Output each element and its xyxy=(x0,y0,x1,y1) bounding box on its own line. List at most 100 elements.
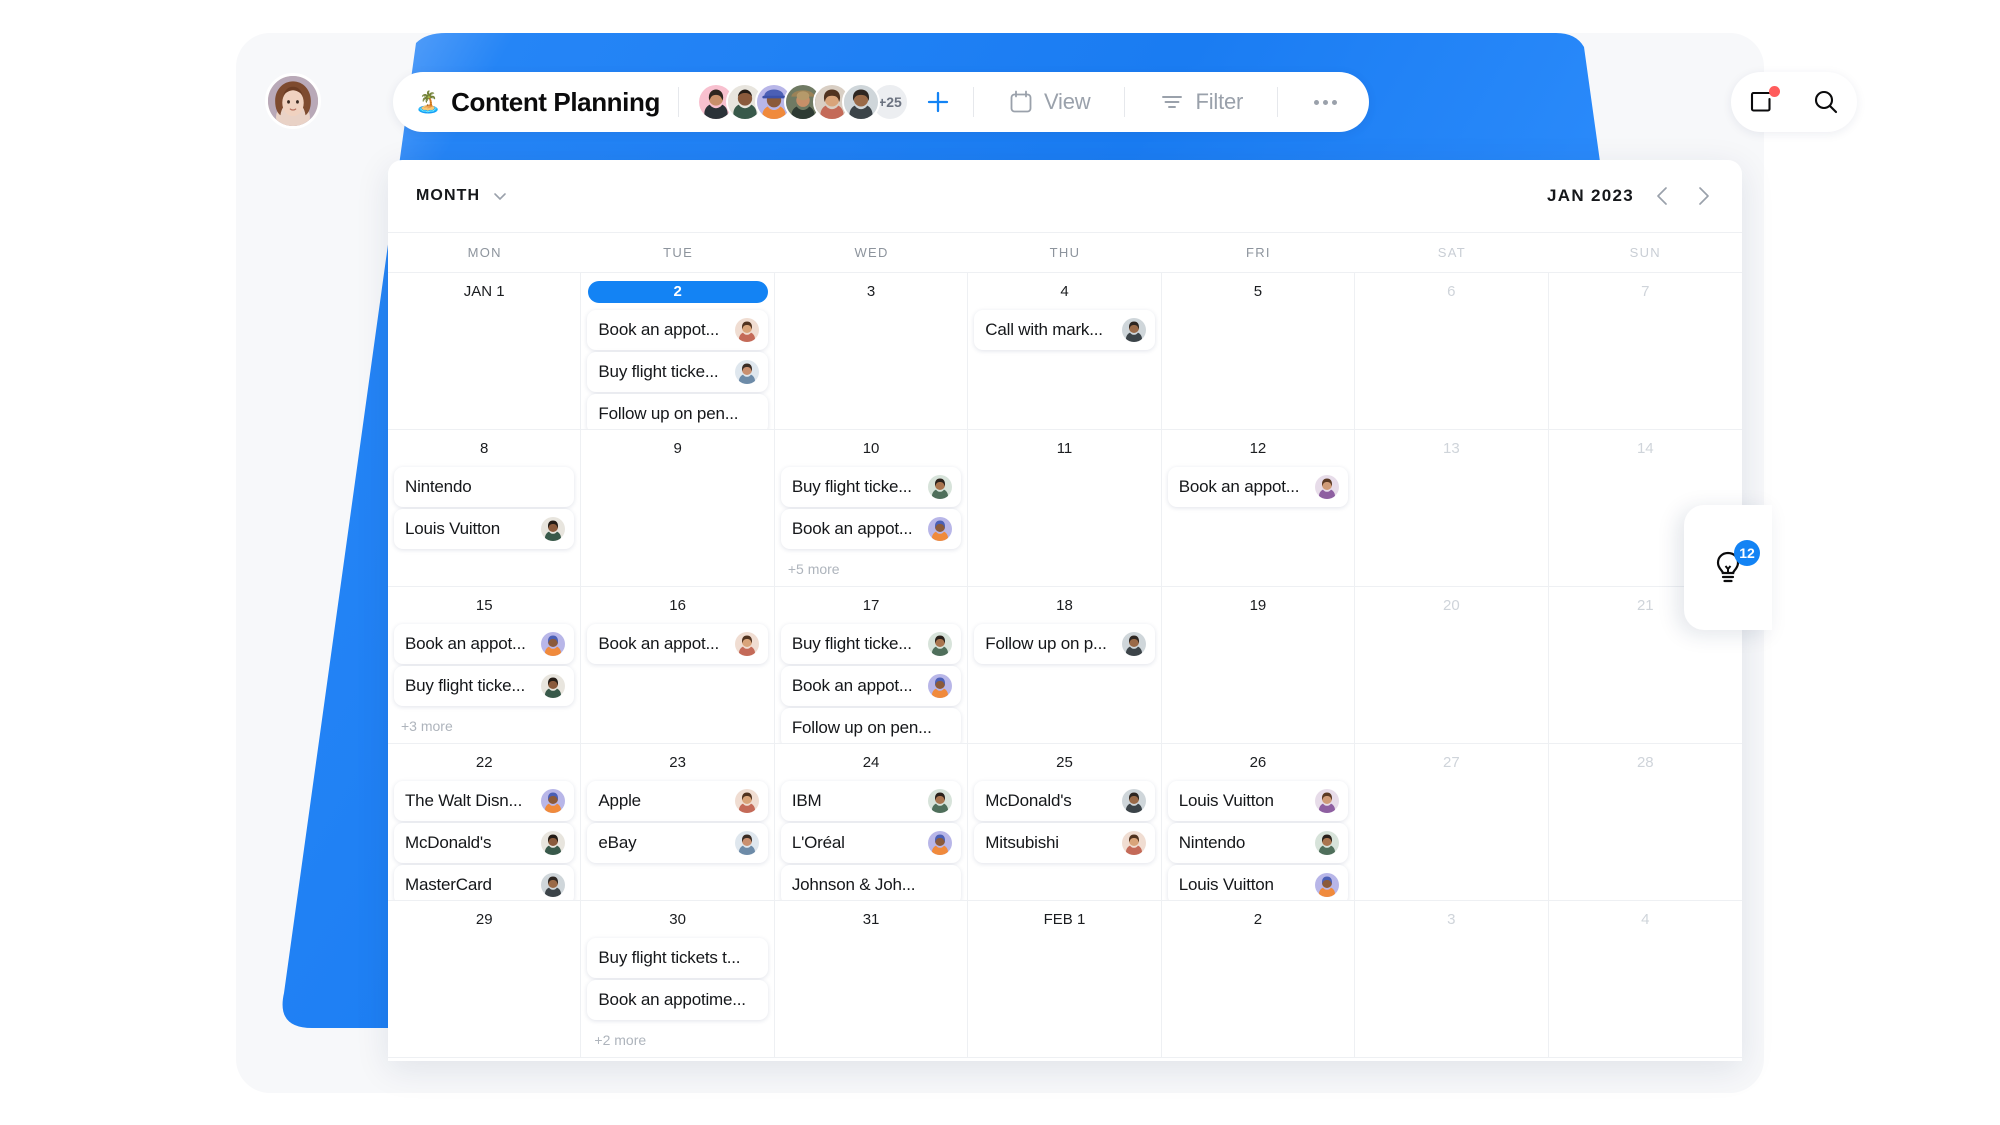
calendar-day-cell[interactable]: 3 xyxy=(1355,901,1549,1058)
calendar-day-cell[interactable]: 10 Buy flight ticke... Book an appot... +5 … xyxy=(774,430,969,587)
calendar-day-cell[interactable]: 16 Book an appot... xyxy=(581,587,775,744)
calendar-event[interactable]: Buy flight tickets t... xyxy=(587,938,768,978)
calendar-day-cell[interactable]: 8 Nintendo Louis Vuitton xyxy=(388,430,582,587)
calendar-event[interactable]: Book an appot... xyxy=(587,310,768,350)
calendar-event[interactable]: Johnson & Joh... xyxy=(780,865,962,900)
calendar-day-cell[interactable]: 7 xyxy=(1548,273,1742,430)
calendar-event[interactable]: Book an appot... xyxy=(1167,467,1349,507)
user-avatar[interactable] xyxy=(265,73,321,129)
calendar-event[interactable]: Book an appot... xyxy=(587,624,768,664)
event-assignee-avatar[interactable] xyxy=(541,674,566,698)
calendar-event[interactable]: Call with mark... xyxy=(974,310,1155,350)
calendar-event[interactable]: Nintendo xyxy=(1167,823,1349,863)
event-assignee-avatar[interactable] xyxy=(541,831,566,855)
calendar-day-cell[interactable]: 17 Buy flight ticke... Book an appot... Fol… xyxy=(774,587,969,744)
view-mode-dropdown[interactable]: MONTH xyxy=(416,187,508,205)
prev-period-button[interactable] xyxy=(1652,185,1674,207)
calendar-event[interactable]: Buy flight ticke... xyxy=(587,352,768,392)
calendar-day-cell[interactable]: 26 Louis Vuitton Nintendo Louis Vuitton xyxy=(1161,744,1356,901)
calendar-day-cell[interactable]: 13 xyxy=(1355,430,1549,587)
filter-button[interactable]: Filter xyxy=(1143,82,1259,122)
next-period-button[interactable] xyxy=(1692,185,1714,207)
view-button[interactable]: View xyxy=(992,82,1107,122)
notifications-button[interactable] xyxy=(1748,86,1780,117)
event-assignee-avatar[interactable] xyxy=(734,318,759,342)
calendar-event[interactable]: McDonald's xyxy=(974,781,1155,821)
calendar-event[interactable]: Louis Vuitton xyxy=(1167,781,1349,821)
calendar-event[interactable]: Mitsubishi xyxy=(974,823,1155,863)
event-assignee-avatar[interactable] xyxy=(541,632,566,656)
calendar-event[interactable]: Follow up on p... xyxy=(974,624,1155,664)
calendar-day-cell[interactable]: 11 xyxy=(968,430,1162,587)
calendar-day-cell[interactable]: JAN 1 xyxy=(388,273,582,430)
add-member-button[interactable] xyxy=(921,85,955,119)
event-assignee-avatar[interactable] xyxy=(734,360,759,384)
calendar-event[interactable]: The Walt Disn... xyxy=(394,781,575,821)
event-assignee-avatar[interactable] xyxy=(541,517,566,541)
calendar-event[interactable]: Buy flight ticke... xyxy=(394,666,575,706)
calendar-day-cell[interactable]: 22 The Walt Disn... McDonald's MasterCard xyxy=(388,744,582,901)
event-assignee-avatar[interactable] xyxy=(1121,789,1146,813)
more-events-link[interactable]: +3 more xyxy=(394,708,574,734)
calendar-day-cell[interactable]: 20 xyxy=(1355,587,1549,744)
more-events-link[interactable]: +2 more xyxy=(587,1022,767,1048)
more-events-link[interactable]: +5 more xyxy=(781,551,961,577)
calendar-event[interactable]: Book an appot... xyxy=(780,666,962,706)
event-assignee-avatar[interactable] xyxy=(1121,632,1146,656)
calendar-event[interactable]: Follow up on pen... xyxy=(780,708,962,743)
event-assignee-avatar[interactable] xyxy=(928,831,953,855)
calendar-event[interactable]: eBay xyxy=(587,823,768,863)
calendar-day-cell[interactable]: 2 Book an appot... Buy flight ticke... Foll… xyxy=(581,273,775,430)
event-assignee-avatar[interactable] xyxy=(928,517,953,541)
calendar-event[interactable]: Apple xyxy=(587,781,768,821)
calendar-day-cell[interactable]: 25 McDonald's Mitsubishi xyxy=(968,744,1162,901)
calendar-day-cell[interactable]: 18 Follow up on p... xyxy=(968,587,1162,744)
event-assignee-avatar[interactable] xyxy=(928,632,953,656)
calendar-event[interactable]: Buy flight ticke... xyxy=(780,624,962,664)
calendar-event[interactable]: IBM xyxy=(780,781,962,821)
calendar-day-cell[interactable]: FEB 1 xyxy=(968,901,1162,1058)
event-assignee-avatar[interactable] xyxy=(734,632,759,656)
calendar-day-cell[interactable]: 2 xyxy=(1161,901,1356,1058)
calendar-day-cell[interactable]: 15 Book an appot... Buy flight ticke... +3 … xyxy=(388,587,582,744)
event-assignee-avatar[interactable] xyxy=(1315,475,1340,499)
calendar-day-cell[interactable]: 12 Book an appot... xyxy=(1161,430,1356,587)
member-avatar-group[interactable]: +25 xyxy=(696,83,909,121)
calendar-day-cell[interactable]: 29 xyxy=(388,901,582,1058)
tips-widget[interactable]: 12 xyxy=(1684,505,1772,630)
event-assignee-avatar[interactable] xyxy=(1121,831,1146,855)
more-options-button[interactable] xyxy=(1296,99,1355,105)
event-assignee-avatar[interactable] xyxy=(734,789,759,813)
calendar-event[interactable]: MasterCard xyxy=(394,865,575,900)
calendar-day-cell[interactable]: 5 xyxy=(1161,273,1356,430)
event-assignee-avatar[interactable] xyxy=(1121,318,1146,342)
calendar-day-cell[interactable]: 19 xyxy=(1161,587,1356,744)
calendar-day-cell[interactable]: 24 IBM L'Oréal Johnson & Joh... xyxy=(774,744,969,901)
calendar-day-cell[interactable]: 31 xyxy=(774,901,969,1058)
calendar-event[interactable]: Buy flight ticke... xyxy=(780,467,962,507)
calendar-day-cell[interactable]: 6 xyxy=(1355,273,1549,430)
event-assignee-avatar[interactable] xyxy=(928,674,953,698)
event-assignee-avatar[interactable] xyxy=(928,789,953,813)
event-assignee-avatar[interactable] xyxy=(541,789,566,813)
calendar-day-cell[interactable]: 23 Apple eBay xyxy=(581,744,775,901)
calendar-day-cell[interactable]: 28 xyxy=(1548,744,1742,901)
calendar-day-cell[interactable]: 9 xyxy=(581,430,775,587)
calendar-event[interactable]: McDonald's xyxy=(394,823,575,863)
search-button[interactable] xyxy=(1811,87,1841,117)
calendar-day-cell[interactable]: 3 xyxy=(774,273,969,430)
avatar[interactable] xyxy=(841,83,880,121)
calendar-event[interactable]: Louis Vuitton xyxy=(394,509,575,549)
calendar-event[interactable]: Nintendo xyxy=(394,467,575,507)
event-assignee-avatar[interactable] xyxy=(734,831,759,855)
calendar-event[interactable]: Book an appotime... xyxy=(587,980,768,1020)
calendar-day-cell[interactable]: 30 Buy flight tickets t... Book an appotim… xyxy=(581,901,775,1058)
calendar-day-cell[interactable]: 27 xyxy=(1355,744,1549,901)
event-assignee-avatar[interactable] xyxy=(1315,789,1340,813)
calendar-event[interactable]: Book an appot... xyxy=(394,624,575,664)
event-assignee-avatar[interactable] xyxy=(1315,873,1340,897)
event-assignee-avatar[interactable] xyxy=(541,873,566,897)
calendar-day-cell[interactable]: 4 xyxy=(1548,901,1742,1058)
calendar-event[interactable]: L'Oréal xyxy=(780,823,962,863)
calendar-event[interactable]: Book an appot... xyxy=(780,509,962,549)
